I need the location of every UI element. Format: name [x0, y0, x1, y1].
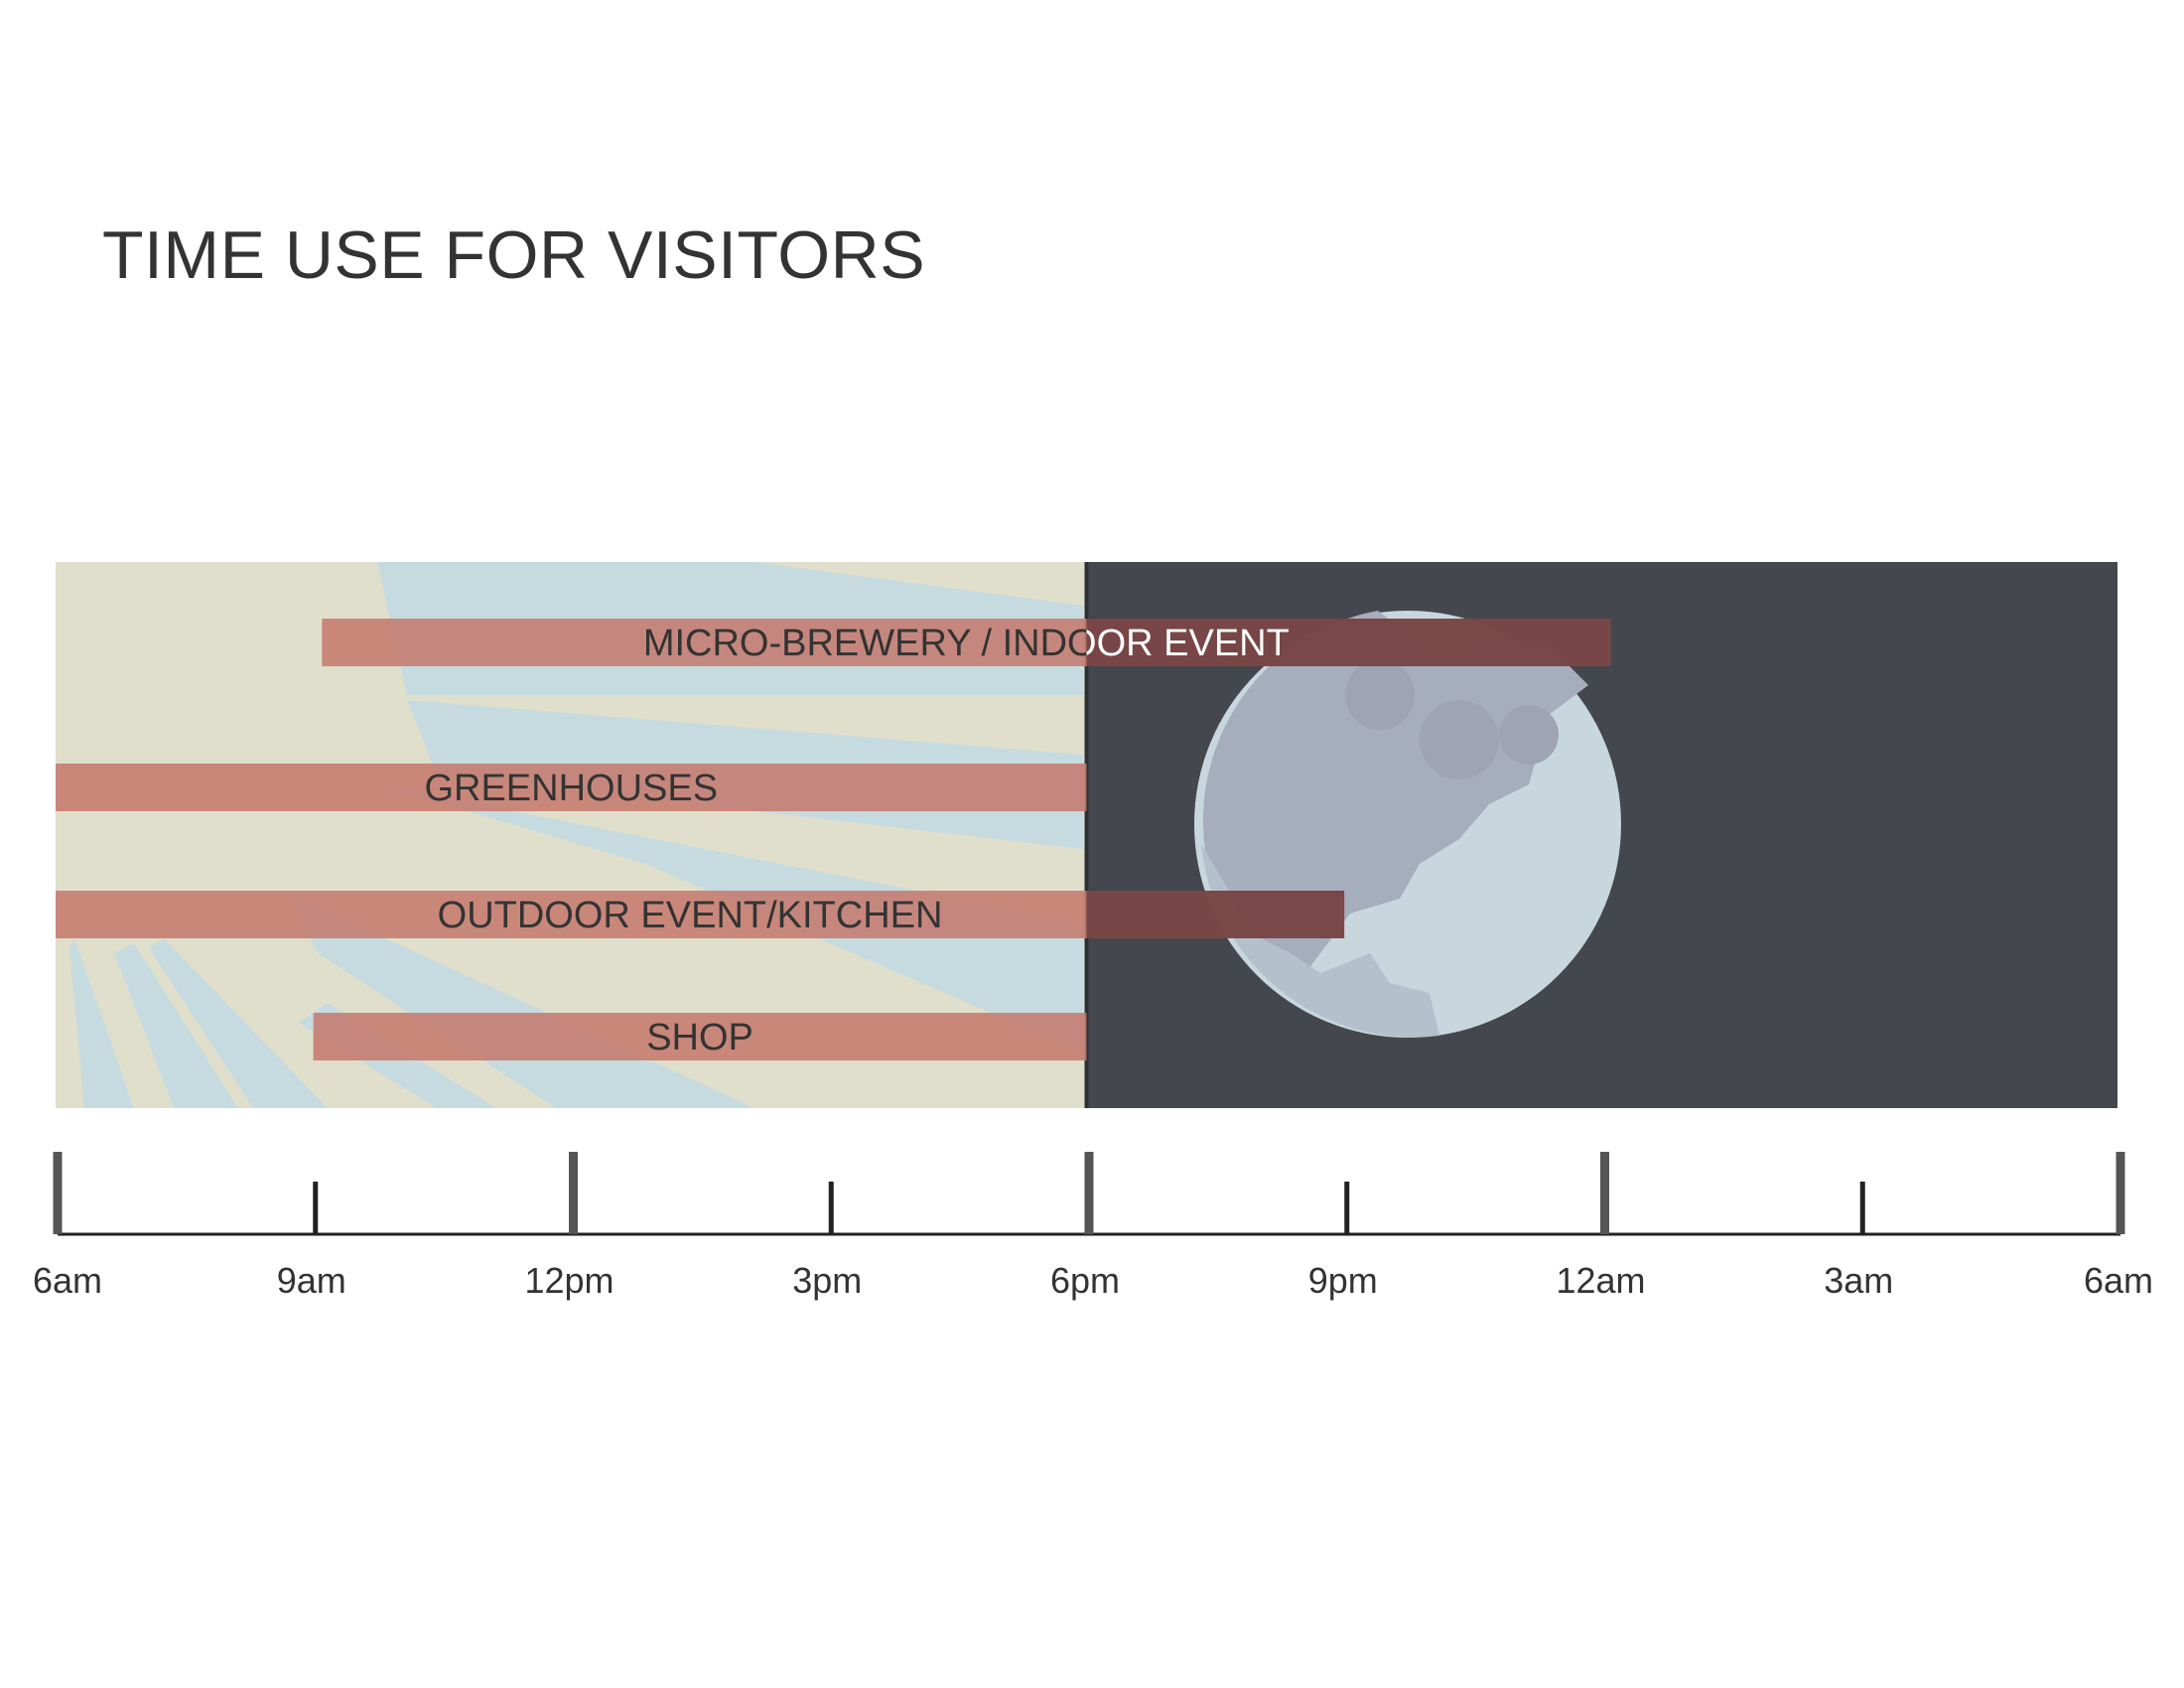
activity-bar-label: OUTDOOR EVENT/KITCHEN — [438, 895, 943, 936]
activity-bar: MICRO-BREWERY / INDOOR EVENTMICRO-BREWER… — [322, 619, 1611, 666]
axis-tick-label: 6am — [33, 1260, 102, 1301]
activity-bar-night-segment — [1086, 891, 1345, 938]
activity-bar: OUTDOOR EVENT/KITCHEN — [56, 891, 1345, 938]
activity-bar-label: GREENHOUSES — [424, 768, 718, 809]
axis-tick-label: 9am — [277, 1260, 346, 1301]
activity-bar: GREENHOUSES — [56, 764, 1087, 811]
axis-tick-label: 3pm — [792, 1260, 862, 1301]
axis-tick-label: 3am — [1824, 1260, 1893, 1301]
moon-crater — [1499, 705, 1559, 765]
moon-crater — [1420, 700, 1499, 779]
moon-icon — [1194, 611, 1621, 1038]
axis-tick-label: 12pm — [524, 1260, 614, 1301]
axis-tick-label: 6am — [2084, 1260, 2153, 1301]
axis-tick-label: 12am — [1556, 1260, 1645, 1301]
axis-tick-label: 9pm — [1308, 1260, 1378, 1301]
timeline-chart: MICRO-BREWERY / INDOOR EVENTMICRO-BREWER… — [33, 562, 2153, 1301]
activity-bar: SHOP — [313, 1013, 1087, 1060]
activity-bar-label: SHOP — [646, 1017, 753, 1058]
time-axis: 6am 9am 12pm 3pm 6pm 9pm 12am 3am 6am — [33, 1152, 2153, 1301]
moon-crater — [1345, 660, 1415, 730]
axis-tick-label: 6pm — [1050, 1260, 1120, 1301]
